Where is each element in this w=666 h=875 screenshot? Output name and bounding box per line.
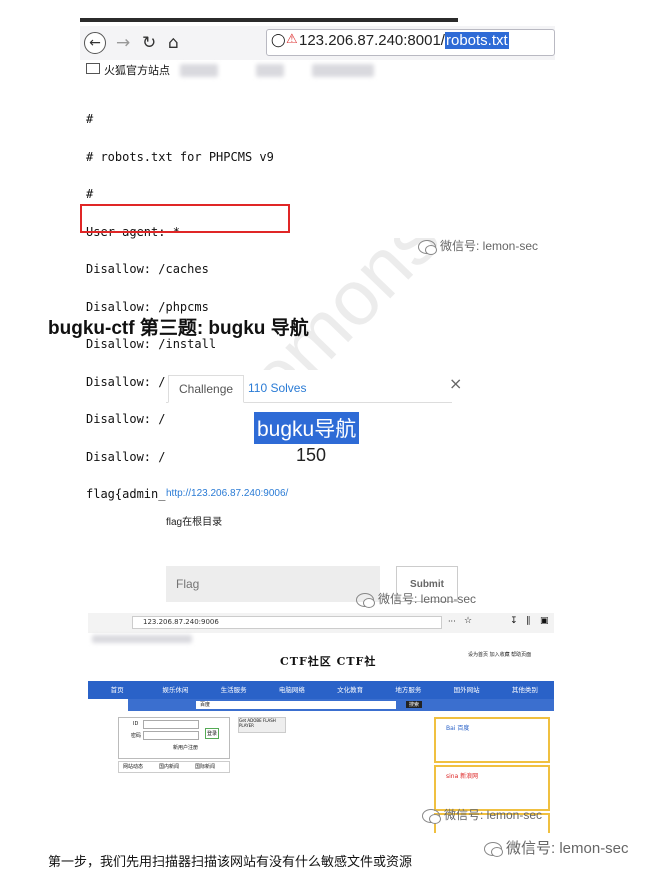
blurred-bookmark — [256, 64, 284, 77]
robots-line: # — [86, 187, 94, 201]
id-field[interactable] — [143, 720, 199, 729]
nav-item[interactable]: 地方服务 — [379, 681, 437, 699]
nav-item[interactable]: 文化教育 — [321, 681, 379, 699]
site-title: CTF社区 CTF社 — [280, 655, 377, 668]
footer-watermark: 微信号: lemon-sec — [484, 837, 629, 858]
flag-highlight-box — [80, 204, 290, 233]
back-icon[interactable]: ← — [84, 32, 106, 54]
address-bar[interactable]: ◯ ⚠ 123.206.87.240:8001/robots.txt — [266, 29, 555, 56]
robots-line: # — [86, 112, 94, 126]
challenge-link[interactable]: http://123.206.87.240:9006/ — [166, 488, 288, 499]
challenge-points: 150 — [296, 445, 327, 465]
tab-domestic-news[interactable]: 国内新闻 — [159, 763, 179, 770]
url-path-selected: robots.txt — [444, 32, 509, 49]
sidebar-icon[interactable]: ▣ — [540, 616, 549, 626]
flash-player-ad[interactable]: Get ADOBE FLASH PLAYER — [238, 717, 286, 733]
password-label: 密码 — [131, 733, 142, 739]
insecure-lock-icon: ⚠ — [286, 32, 298, 47]
flag-input[interactable] — [166, 566, 380, 602]
nav-item[interactable]: 生活服务 — [205, 681, 263, 699]
watermark-2: 微信号: lemon-sec — [356, 590, 477, 608]
nav-item[interactable]: 国外网站 — [438, 681, 496, 699]
wechat-icon — [422, 808, 441, 824]
watermark-text: 微信号: lemon-sec — [440, 239, 539, 253]
tab-solves[interactable]: 110 Solves — [238, 375, 316, 401]
bookmarks-bar: 火狐官方站点 — [80, 62, 555, 80]
search-engine-label: 百度 — [200, 702, 211, 708]
ctf-site-screenshot: 123.206.87.240:9006 ··· ☆ ↧ ∥ ▣ CTF社区 CT… — [88, 613, 554, 833]
watermark-3: 微信号: lemon-sec — [422, 806, 543, 824]
wechat-icon — [418, 239, 437, 255]
shield-icon: ◯ — [271, 33, 286, 48]
menu-dots-icon[interactable]: ··· — [448, 617, 456, 626]
search-button[interactable]: 搜索 — [406, 701, 423, 708]
card-label: Bai 百度 — [446, 725, 470, 732]
top-links[interactable]: 设为首页 加入收藏 帮助页面 — [468, 651, 531, 658]
bookmark-firefox-official[interactable]: 火狐官方站点 — [104, 62, 170, 78]
nav-item[interactable]: 电脑网络 — [263, 681, 321, 699]
site-nav: 首页 娱乐休闲 生活服务 电脑网络 文化教育 地方服务 国外网站 其他类别 — [88, 681, 554, 699]
wechat-icon — [356, 592, 375, 608]
star-icon[interactable]: ☆ — [464, 616, 472, 626]
section-heading: bugku-ctf 第三题: bugku 导航 — [48, 318, 309, 339]
home-icon[interactable]: ⌂ — [168, 32, 179, 54]
watermark-text: 微信号: lemon-sec — [506, 840, 629, 857]
robots-line: Disallow: /caches — [86, 262, 209, 276]
download-icon[interactable]: ↧ — [510, 616, 518, 626]
blurred-bookmark — [312, 64, 374, 77]
folder-icon — [86, 63, 100, 74]
login-box: ID 密码 登录 新用户注册 — [118, 717, 230, 759]
url-host: 123.206.87.240:8001/ — [299, 32, 445, 49]
robots-line: # robots.txt for PHPCMS v9 — [86, 149, 274, 164]
challenge-description: flag在根目录 — [166, 517, 223, 528]
id-label: ID — [133, 721, 139, 727]
tab-intl-news[interactable]: 国际新闻 — [195, 763, 215, 770]
robots-screenshot: ← → ↻ ⌂ ◯ ⚠ 123.206.87.240:8001/robots.t… — [80, 18, 555, 500]
caption: 第一步，我们先用扫描器扫描该网站有没有什么敏感文件或资源 — [48, 854, 413, 869]
register-link[interactable]: 新用户注册 — [173, 744, 198, 751]
nav-item[interactable]: 首页 — [88, 681, 146, 699]
login-button[interactable]: 登录 — [205, 728, 220, 739]
blurred-bookmarks — [92, 635, 192, 643]
nav-item[interactable]: 娱乐休闲 — [146, 681, 204, 699]
address-bar[interactable]: 123.206.87.240:9006 — [132, 616, 442, 629]
window-top-edge — [80, 18, 458, 22]
nav-item[interactable]: 其他类别 — [496, 681, 554, 699]
watermark-text: 微信号: lemon-sec — [378, 592, 477, 606]
challenge-modal: Challenge 110 Solves × bugku导航 150 http:… — [166, 370, 464, 602]
watermark-text: 微信号: lemon-sec — [444, 808, 543, 822]
news-tabs: 网站动态 国内新闻 国际新闻 — [118, 761, 230, 773]
baidu-card[interactable]: Bai 百度 — [434, 717, 550, 763]
sina-card[interactable]: sina 新浪网 — [434, 765, 550, 811]
tab-site-news[interactable]: 网站动态 — [123, 763, 143, 770]
reload-icon[interactable]: ↻ — [142, 32, 156, 54]
library-icon[interactable]: ∥ — [526, 616, 531, 626]
challenge-name: bugku导航 — [254, 412, 360, 444]
search-input[interactable]: 百度 — [196, 701, 396, 709]
close-icon[interactable]: × — [449, 374, 462, 393]
watermark-1: 微信号: lemon-sec — [418, 237, 539, 255]
tab-challenge[interactable]: Challenge — [168, 375, 245, 403]
card-label: sina 新浪网 — [446, 773, 479, 780]
forward-icon[interactable]: → — [116, 32, 130, 54]
password-field[interactable] — [143, 731, 199, 740]
robots-line: Disallow: /phpcms — [86, 299, 209, 314]
blurred-bookmark — [180, 64, 218, 77]
wechat-icon — [484, 842, 503, 858]
